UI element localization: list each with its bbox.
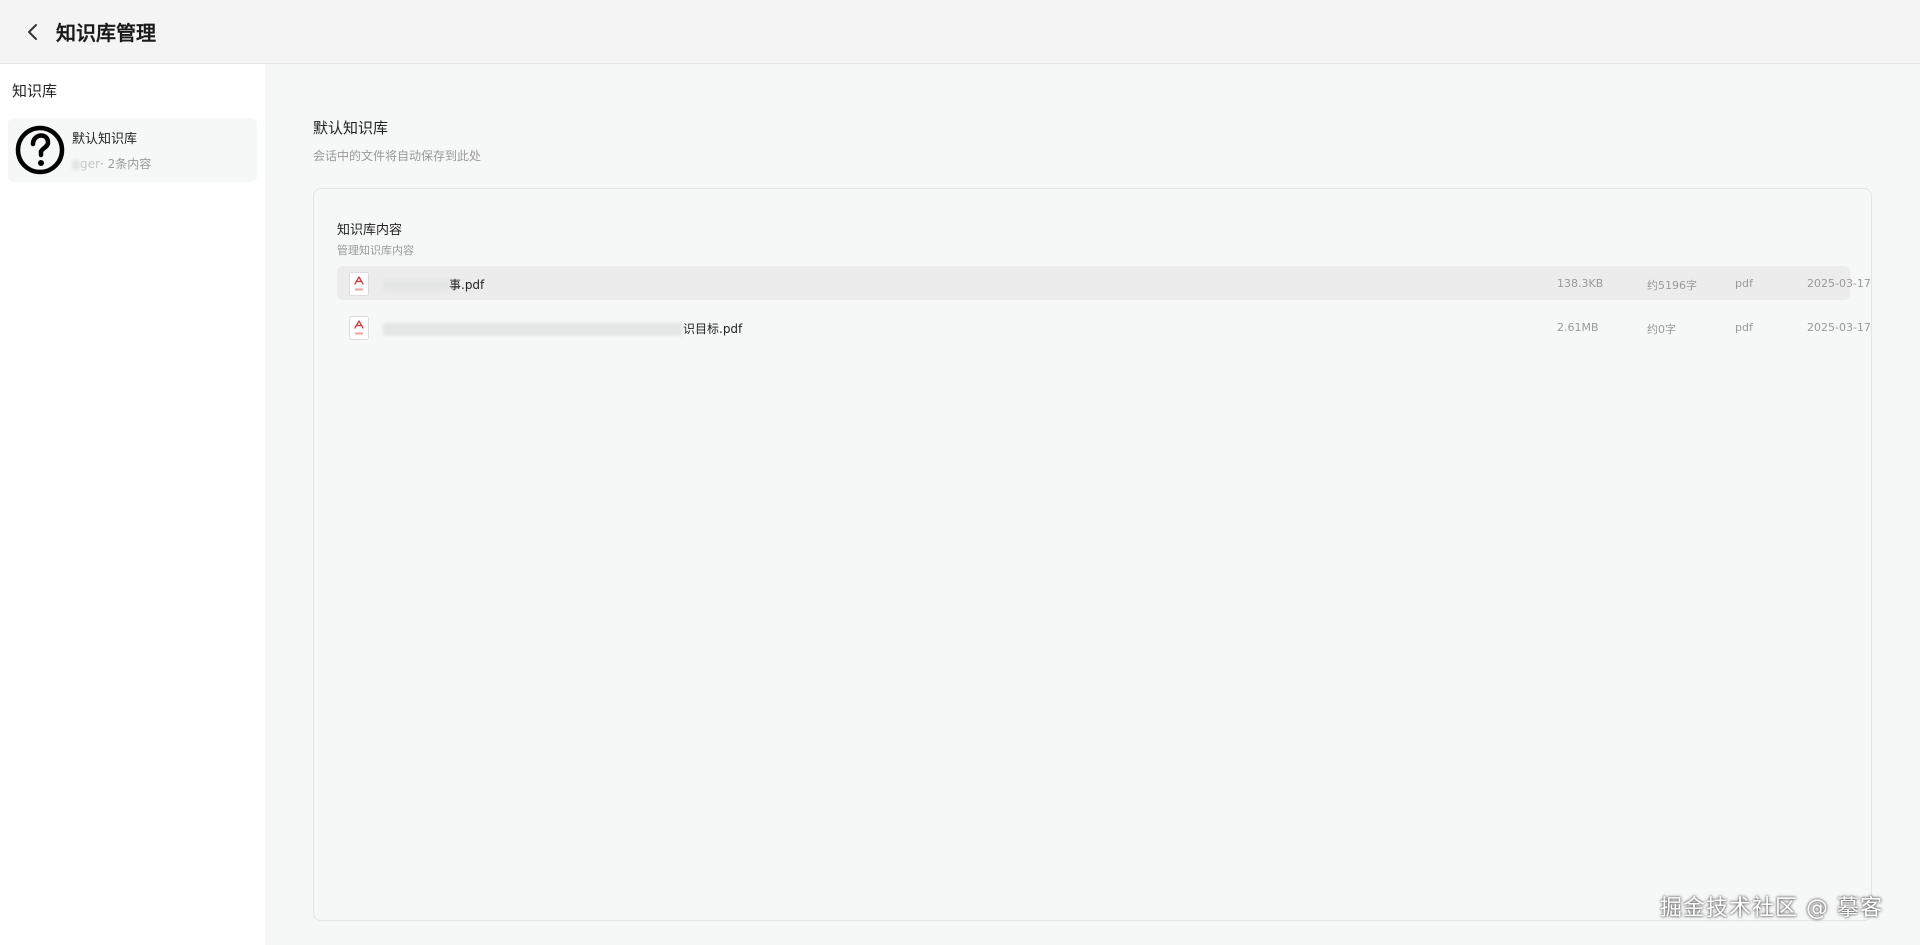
card-title: 知识库内容 [337, 223, 403, 238]
file-word-count: 约5196字 [1647, 279, 1697, 292]
chevron-left-icon [28, 23, 37, 40]
sidebar-item-default-kb[interactable]: 默认知识库 ger· 2条内容 [8, 118, 257, 182]
file-row[interactable]: 识目标.pdf 2.61MB 约0字 pdf 2025-03-17 [337, 310, 1871, 344]
file-date: 2025-03-17 [1807, 277, 1871, 290]
file-name-text: 识目标.pdf [683, 322, 743, 336]
file-name: 事.pdf [383, 276, 484, 293]
watermark: 掘金技术社区 @ 摹客 [1660, 896, 1883, 921]
sidebar: 知识库 默认知识库 ger· 2条内容 [0, 64, 265, 945]
kb-content-card: 知识库内容 管理知识库内容 事.pdf 138.3KB 约5196字 pdf 2… [313, 188, 1872, 921]
file-type: pdf [1735, 321, 1753, 334]
kb-owner: ger [80, 157, 100, 171]
top-bar: 知识库管理 [0, 0, 1920, 64]
file-size: 2.61MB [1557, 321, 1599, 334]
kb-subtitle: 会话中的文件将自动保存到此处 [313, 149, 482, 163]
file-name-text: 事.pdf [449, 278, 485, 292]
redacted-name-prefix [383, 323, 683, 336]
sidebar-heading: 知识库 [12, 82, 58, 100]
back-button[interactable] [20, 19, 46, 45]
card-subtitle: 管理知识库内容 [337, 244, 414, 257]
kb-title: 默认知识库 [313, 119, 389, 137]
kb-meta-count: · 2条内容 [99, 157, 152, 171]
kb-name: 默认知识库 [72, 132, 138, 147]
file-row[interactable]: 事.pdf 138.3KB 约5196字 pdf 2025-03-17 [337, 266, 1871, 300]
file-date: 2025-03-17 [1807, 321, 1871, 334]
pdf-file-icon [349, 272, 369, 296]
main-panel: 默认知识库 会话中的文件将自动保存到此处 知识库内容 管理知识库内容 事.pdf… [265, 64, 1920, 945]
redacted-name-prefix [383, 280, 449, 291]
redacted-owner-prefix [72, 159, 80, 170]
page-title: 知识库管理 [56, 21, 156, 45]
file-size: 138.3KB [1557, 277, 1604, 290]
kb-meta: ger· 2条内容 [72, 155, 151, 172]
file-type: pdf [1735, 277, 1753, 290]
question-circle-icon [15, 125, 65, 175]
file-word-count: 约0字 [1647, 323, 1676, 336]
pdf-file-icon [349, 316, 369, 340]
file-name: 识目标.pdf [383, 320, 742, 337]
